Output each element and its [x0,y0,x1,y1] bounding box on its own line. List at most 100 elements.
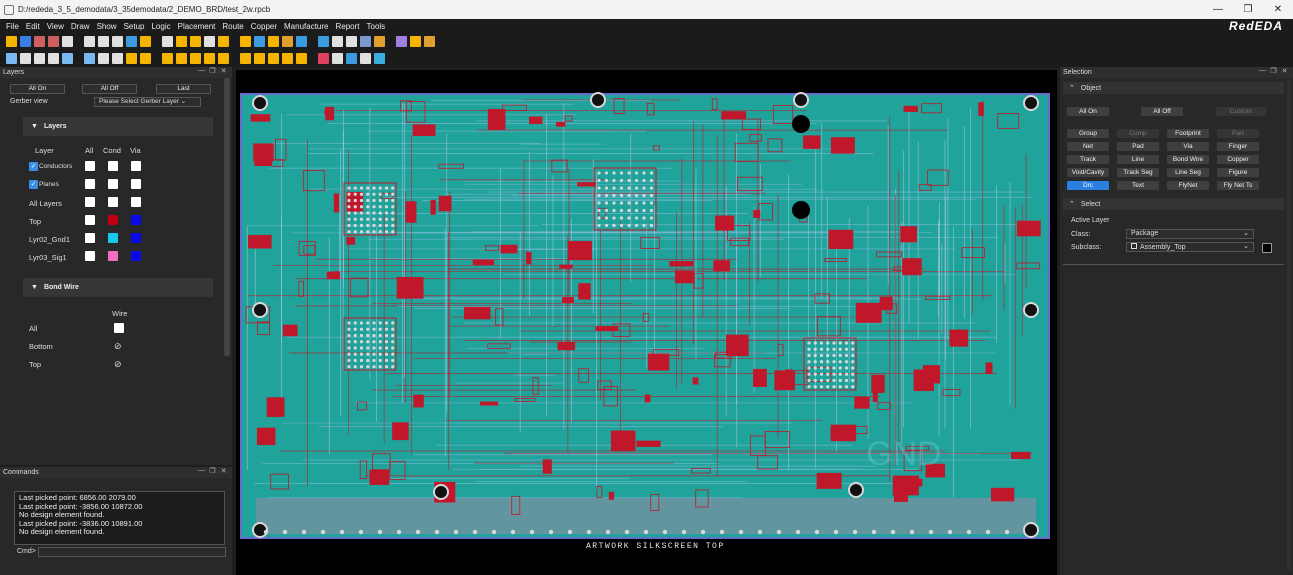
toolbar-tool-icon[interactable] [20,53,31,64]
toolbar-tool-icon[interactable] [374,36,385,47]
menu-show[interactable]: Show [97,22,117,31]
eye-hidden-icon[interactable]: ⊘ [114,359,122,370]
eye-hidden-icon[interactable]: ⊘ [114,341,122,352]
layer-cond-color[interactable] [108,233,118,243]
float-panel-icon[interactable]: ❐ [207,67,218,75]
sel-copper-button[interactable]: Copper [1217,155,1259,164]
sel-comp-button[interactable]: Comp [1117,129,1159,138]
sel-via-button[interactable]: Via [1167,142,1209,151]
toolbar-tool-icon[interactable] [240,36,251,47]
toolbar-tool-icon[interactable] [126,36,137,47]
sel-flynet-button[interactable]: FlyNet [1167,181,1209,190]
toolbar-tool-icon[interactable] [140,53,151,64]
toolbar-tool-icon[interactable] [296,53,307,64]
toolbar-tool-icon[interactable] [84,53,95,64]
sel-void-cavity-button[interactable]: Void/Cavity [1067,168,1109,177]
toolbar-tool-icon[interactable] [126,53,137,64]
toolbar-tool-icon[interactable] [410,36,421,47]
menu-placement[interactable]: Placement [178,22,216,31]
toolbar-tool-icon[interactable] [318,36,329,47]
sel-text-button[interactable]: Text [1117,181,1159,190]
layers-last-button[interactable]: Last [156,84,211,94]
toolbar-tool-icon[interactable] [112,53,123,64]
toolbar-tool-icon[interactable] [98,36,109,47]
toolbar-tool-icon[interactable] [6,36,17,47]
select-section-header[interactable]: ⌃ Select [1063,198,1284,210]
toolbar-tool-icon[interactable] [62,36,73,47]
toolbar-tool-icon[interactable] [140,36,151,47]
menu-copper[interactable]: Copper [251,22,277,31]
toolbar-tool-icon[interactable] [34,53,45,64]
sel-group-button[interactable]: Group [1067,129,1109,138]
toolbar-tool-icon[interactable] [346,36,357,47]
layer-via-color[interactable] [131,197,141,207]
sel-drc-button[interactable]: Drc [1067,181,1109,190]
layers-section-header[interactable]: ▼ Layers [23,117,213,136]
layer-via-color[interactable] [131,251,141,261]
menu-route[interactable]: Route [222,22,243,31]
sel-pad-button[interactable]: Pad [1117,142,1159,151]
menu-file[interactable]: File [6,22,19,31]
toolbar-tool-icon[interactable] [282,53,293,64]
sel-all-on-button[interactable]: All On [1067,107,1109,116]
menu-tools[interactable]: Tools [367,22,386,31]
layer-all-toggle[interactable] [85,179,95,189]
gerber-layer-select[interactable]: Please Select Gerber Layer ⌄ [94,97,201,107]
toolbar-tool-icon[interactable] [346,53,357,64]
close-panel-icon[interactable]: ✕ [218,467,229,475]
toolbar-tool-icon[interactable] [162,36,173,47]
toolbar-tool-icon[interactable] [424,36,435,47]
toolbar-tool-icon[interactable] [176,36,187,47]
toolbar-tool-icon[interactable] [162,53,173,64]
layer-all-toggle[interactable] [85,215,95,225]
layer-via-color[interactable] [131,161,141,171]
toolbar-tool-icon[interactable] [176,53,187,64]
sel-footprint-button[interactable]: Footprint [1167,129,1209,138]
layer-cond-color[interactable] [108,197,118,207]
sel-track-button[interactable]: Track [1067,155,1109,164]
minimize-button[interactable]: — [1203,0,1233,19]
toolbar-tool-icon[interactable] [218,36,229,47]
toolbar-tool-icon[interactable] [360,53,371,64]
toolbar-tool-icon[interactable] [204,53,215,64]
toolbar-tool-icon[interactable] [48,53,59,64]
layers-all-off-button[interactable]: All Off [82,84,137,94]
sel-track-seg-button[interactable]: Track Seg [1117,168,1159,177]
toolbar-tool-icon[interactable] [190,36,201,47]
toolbar-tool-icon[interactable] [218,53,229,64]
menu-manufacture[interactable]: Manufacture [284,22,328,31]
minimize-panel-icon[interactable]: — [1257,67,1268,75]
layer-all-toggle[interactable] [85,233,95,243]
selection-scrollbar[interactable] [1287,80,1291,570]
menu-logic[interactable]: Logic [151,22,170,31]
layer-all-toggle[interactable] [85,197,95,207]
toolbar-tool-icon[interactable] [374,53,385,64]
bond-wire-section-header[interactable]: ▼ Bond Wire [23,278,213,297]
layer-cond-color[interactable] [108,179,118,189]
float-panel-icon[interactable]: ❐ [207,467,218,475]
menu-report[interactable]: Report [335,22,359,31]
toolbar-tool-icon[interactable] [48,36,59,47]
sel-bond-wire-button[interactable]: Bond Wire [1167,155,1209,164]
sel-fly-net-ts-button[interactable]: Fly Net Ts [1217,181,1259,190]
layer-cond-color[interactable] [108,215,118,225]
toolbar-tool-icon[interactable] [204,36,215,47]
toolbar-tool-icon[interactable] [360,36,371,47]
toolbar-tool-icon[interactable] [268,36,279,47]
subclass-color-swatch[interactable] [1262,243,1272,253]
toolbar-tool-icon[interactable] [332,36,343,47]
layer-via-color[interactable] [131,179,141,189]
layer-all-toggle[interactable] [85,161,95,171]
sel-line-button[interactable]: Line [1117,155,1159,164]
close-panel-icon[interactable]: ✕ [1279,67,1290,75]
class-select[interactable]: Package ⌄ [1126,229,1254,239]
minimize-panel-icon[interactable]: — [196,467,207,475]
sel-net-button[interactable]: Net [1067,142,1109,151]
toolbar-tool-icon[interactable] [34,36,45,47]
layer-via-color[interactable] [131,215,141,225]
sel-line-seg-button[interactable]: Line Seg [1167,168,1209,177]
pcb-board-view[interactable]: ARTWORK SILKSCREEN TOP GND [236,70,1057,575]
menu-setup[interactable]: Setup [124,22,145,31]
object-section-header[interactable]: ⌃ Object [1063,82,1284,94]
toolbar-tool-icon[interactable] [332,53,343,64]
